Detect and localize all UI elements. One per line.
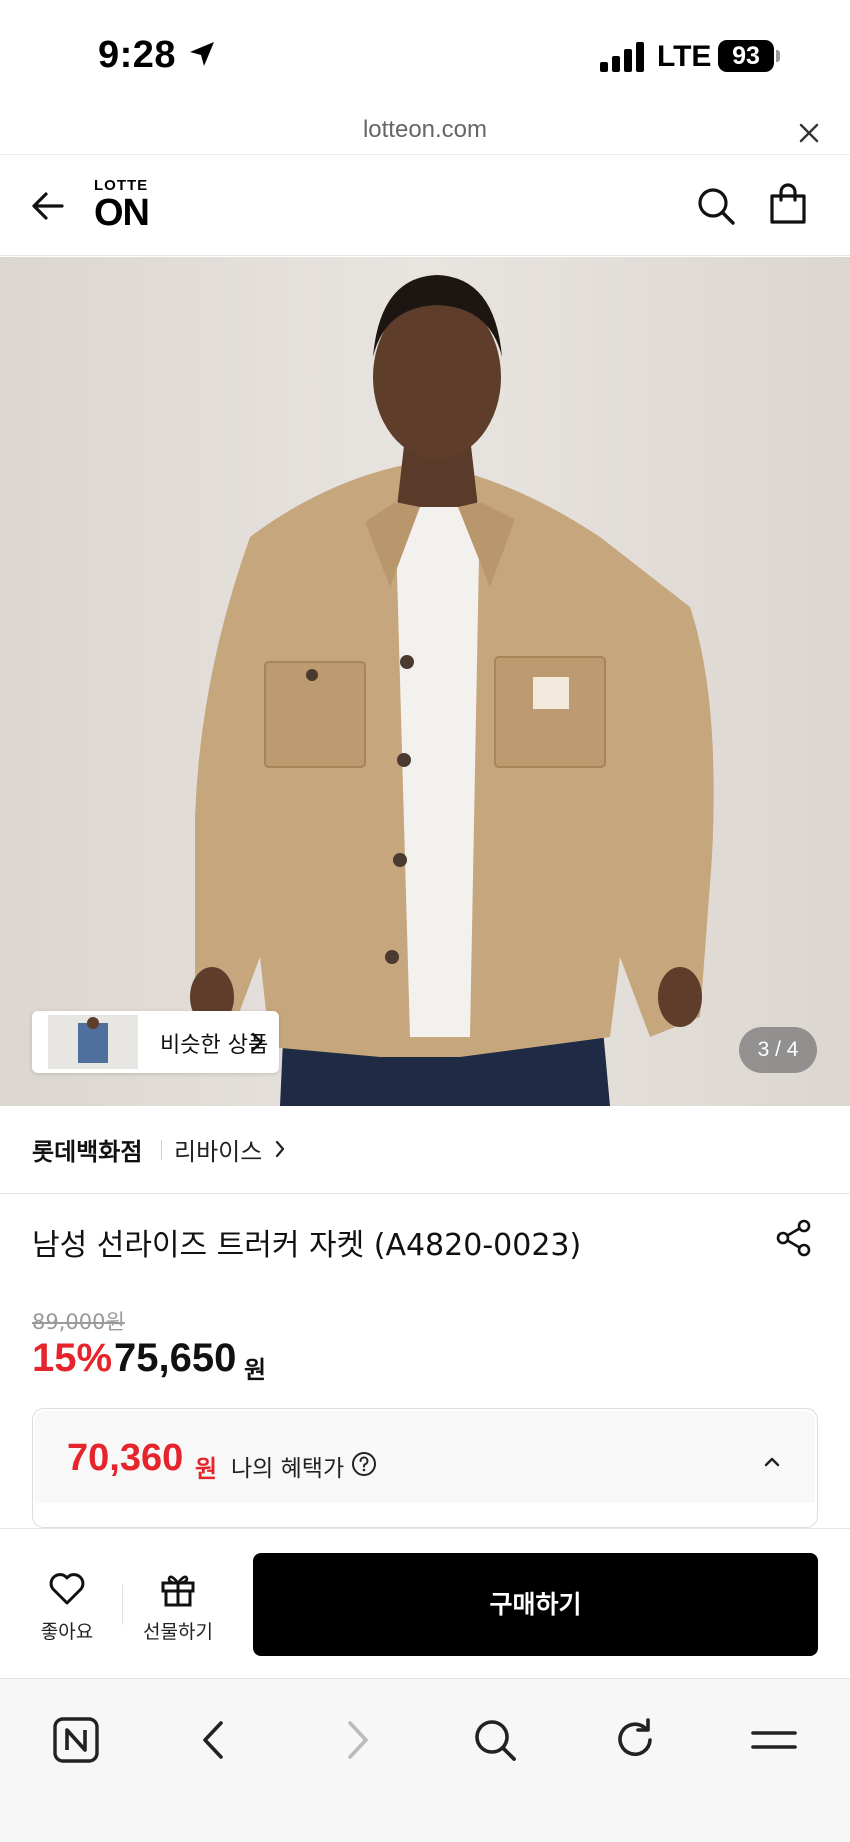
product-title: 남성 선라이즈 트러커 자켓 (A4820-0023) [32, 1228, 582, 1263]
product-photo [190, 275, 714, 1106]
menu-icon[interactable] [749, 1715, 799, 1765]
sale-price-unit: 원 [244, 1356, 267, 1384]
chevron-up-icon[interactable] [761, 1451, 783, 1473]
battery-tip [776, 50, 780, 62]
chevron-right-icon [251, 1032, 263, 1052]
back-icon[interactable] [190, 1715, 240, 1765]
browser-toolbar [0, 1678, 850, 1842]
back-arrow-icon[interactable] [28, 186, 68, 226]
lotteon-logo[interactable]: LOTTE ON [94, 178, 164, 234]
discount-rate: 15% [32, 1336, 113, 1380]
status-time: 9:28 [98, 34, 177, 76]
benefit-panel[interactable]: 70,360 원 나의 혜택가 [32, 1408, 818, 1528]
shopping-bag-icon[interactable] [766, 182, 810, 226]
brand-link[interactable]: 리바이스 [174, 1132, 262, 1167]
like-label: 좋아요 [40, 1621, 94, 1643]
url-bar: lotteon.com [0, 110, 850, 155]
url-text[interactable]: lotteon.com [0, 116, 850, 144]
action-bar: 좋아요 선물하기 구매하기 [0, 1528, 850, 1678]
benefit-price: 70,360 [67, 1437, 184, 1479]
gift-icon [161, 1575, 195, 1607]
store-separator [161, 1140, 162, 1160]
naver-icon[interactable] [51, 1715, 101, 1765]
sale-price: 75,650 [114, 1336, 237, 1380]
store-row: 롯데백화점 리바이스 [0, 1106, 850, 1194]
logo-on: ON [94, 192, 150, 234]
benefit-header[interactable]: 70,360 원 나의 혜택가 [35, 1411, 815, 1503]
product-image[interactable]: 비슷한 상품 3 / 4 [0, 257, 850, 1106]
search-icon[interactable] [470, 1715, 520, 1765]
similar-products-button[interactable]: 비슷한 상품 [32, 1011, 279, 1073]
signal-icon [600, 42, 644, 72]
app-header: LOTTE ON [0, 156, 850, 256]
like-button[interactable]: 좋아요 [28, 1569, 106, 1649]
chevron-right-icon [275, 1140, 285, 1158]
heart-icon [49, 1573, 85, 1605]
similar-product-thumbnail [48, 1015, 138, 1069]
benefit-label: 나의 혜택가 [231, 1456, 345, 1482]
network-type: LTE [657, 40, 712, 73]
benefit-price-unit: 원 [195, 1455, 218, 1483]
image-counter: 3 / 4 [739, 1027, 817, 1073]
share-icon[interactable] [774, 1218, 814, 1258]
gift-label: 선물하기 [143, 1621, 213, 1643]
battery-icon: 93 [718, 40, 780, 72]
location-arrow-icon [190, 42, 214, 66]
buy-button[interactable]: 구매하기 [253, 1553, 818, 1656]
search-icon[interactable] [694, 184, 738, 228]
reload-icon[interactable] [610, 1715, 660, 1765]
help-circle-icon[interactable] [351, 1451, 377, 1477]
close-icon[interactable] [796, 120, 822, 146]
original-price: 89,000원 [32, 1310, 125, 1334]
store-name[interactable]: 롯데백화점 [32, 1132, 142, 1167]
battery-level: 93 [718, 40, 774, 72]
gift-button[interactable]: 선물하기 [136, 1569, 220, 1649]
status-bar: 9:28 LTE 93 [0, 0, 850, 110]
action-separator [122, 1585, 123, 1625]
forward-icon[interactable] [331, 1715, 381, 1765]
